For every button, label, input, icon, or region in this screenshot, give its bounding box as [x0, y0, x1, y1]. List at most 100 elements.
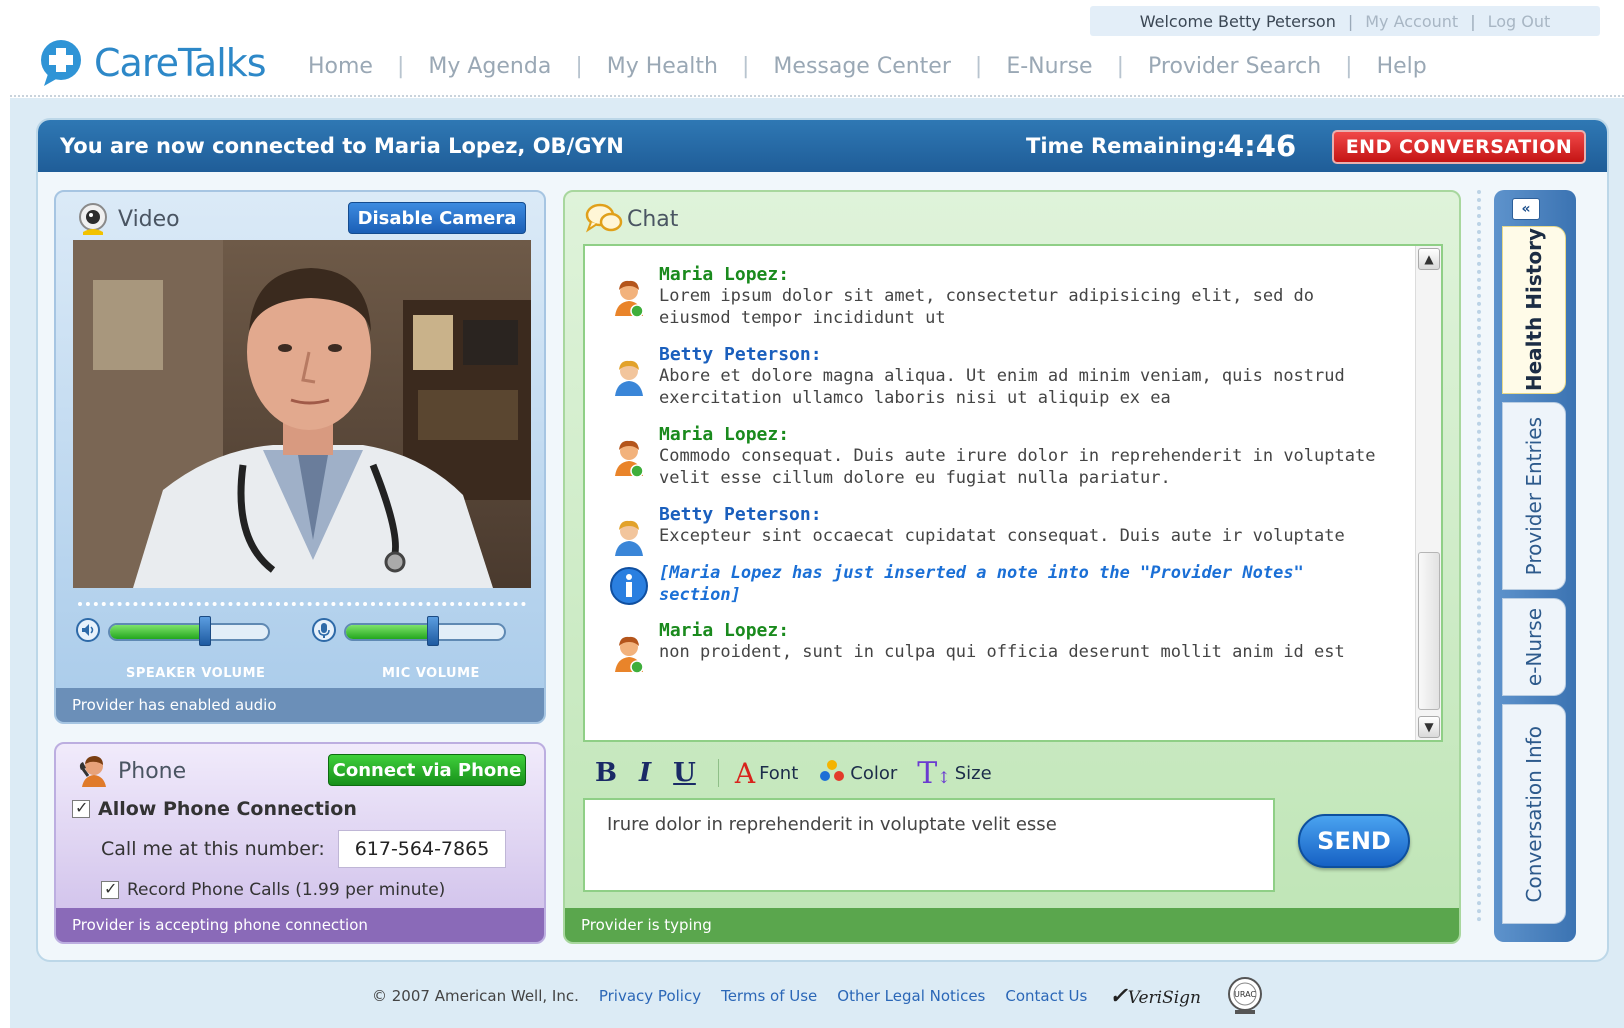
- font-button[interactable]: A Font: [735, 757, 798, 790]
- patient-avatar-icon: [609, 518, 649, 558]
- user-bar: Welcome Betty Peterson | My Account | Lo…: [1090, 6, 1600, 36]
- privacy-policy-link[interactable]: Privacy Policy: [599, 987, 701, 1005]
- video-title-text: Video: [118, 206, 180, 232]
- chat-panel: Chat Maria Lopez: Lorem ipsum dolor sit …: [563, 190, 1461, 944]
- message-text: Excepteur sint occaecat cupidatat conseq…: [659, 526, 1345, 546]
- message-sender: Betty Peterson:: [659, 504, 822, 525]
- logo-wordmark: CareTalks: [94, 41, 267, 85]
- mic-volume-fill: [346, 625, 433, 639]
- allow-phone-checkbox[interactable]: [72, 798, 90, 818]
- tab-label: e-Nurse: [1522, 607, 1546, 687]
- nav-e-nurse[interactable]: E-Nurse: [994, 54, 1104, 79]
- caretalks-logo[interactable]: CareTalks: [36, 38, 267, 88]
- send-button[interactable]: SEND: [1298, 814, 1410, 868]
- scroll-thumb[interactable]: [1418, 552, 1440, 710]
- chat-bubbles-icon: [585, 202, 623, 236]
- provider-avatar-icon: [609, 438, 649, 478]
- separator: |: [1347, 11, 1354, 31]
- main-nav: Home | My Agenda | My Health | Message C…: [296, 54, 1439, 79]
- tab-provider-entries[interactable]: Provider Entries: [1502, 402, 1566, 590]
- nav-my-health[interactable]: My Health: [595, 54, 730, 79]
- message-text: Commodo consequat. Duis aute irure dolor…: [659, 446, 1376, 488]
- video-title: Video: [76, 202, 180, 236]
- tab-label: Provider Entries: [1522, 416, 1546, 576]
- mic-volume-slider[interactable]: [312, 616, 506, 646]
- nav-provider-search[interactable]: Provider Search: [1136, 54, 1333, 79]
- copyright-text: © 2007 American Well, Inc.: [372, 987, 579, 1005]
- tab-conversation-info[interactable]: Conversation Info: [1502, 704, 1566, 924]
- urac-seal-icon: URAC: [1225, 976, 1265, 1016]
- webcam-icon: [76, 202, 110, 236]
- record-calls-label: Record Phone Calls (1.99 per minute): [127, 880, 446, 900]
- underline-button[interactable]: U: [673, 758, 696, 788]
- phone-person-icon: [76, 754, 110, 788]
- font-label: Font: [759, 762, 799, 784]
- nav-home[interactable]: Home: [296, 54, 385, 79]
- message-sender: Betty Peterson:: [659, 344, 822, 365]
- speaker-volume-knob[interactable]: [199, 616, 212, 646]
- color-button[interactable]: Color: [818, 759, 897, 788]
- other-legal-notices-link[interactable]: Other Legal Notices: [837, 987, 985, 1005]
- chat-log[interactable]: Maria Lopez: Lorem ipsum dolor sit amet,…: [583, 244, 1443, 742]
- nav-separator: |: [575, 54, 583, 79]
- logo-bubble-icon: [36, 38, 86, 88]
- message-text: Lorem ipsum dolor sit amet, consectetur …: [659, 286, 1315, 328]
- chat-message: Maria Lopez: Lorem ipsum dolor sit amet,…: [609, 264, 1389, 329]
- chat-message: Maria Lopez: non proident, sunt in culpa…: [609, 620, 1389, 674]
- log-out-link[interactable]: Log Out: [1488, 12, 1551, 31]
- chat-scrollbar[interactable]: ▲ ▼: [1415, 246, 1441, 740]
- system-note: [Maria Lopez has just inserted a note in…: [609, 562, 1389, 606]
- tab-label: Conversation Info: [1522, 725, 1546, 903]
- scroll-down-icon[interactable]: ▼: [1418, 716, 1440, 738]
- chat-title-text: Chat: [627, 206, 679, 232]
- provider-note-notice: [Maria Lopez has just inserted a note in…: [659, 563, 1304, 605]
- text-size-icon: T↕: [917, 755, 951, 791]
- video-status-bar: Provider has enabled audio: [56, 688, 544, 722]
- connect-via-phone-button[interactable]: Connect via Phone: [328, 754, 526, 786]
- tab-e-nurse[interactable]: e-Nurse: [1502, 598, 1566, 696]
- phone-panel: Phone Connect via Phone Allow Phone Conn…: [54, 742, 546, 944]
- nav-separator: |: [396, 54, 405, 79]
- tab-label: Health History: [1522, 228, 1546, 392]
- phone-title: Phone: [76, 754, 186, 788]
- header-divider: [10, 95, 1624, 97]
- footer: © 2007 American Well, Inc. Privacy Polic…: [372, 976, 1265, 1016]
- my-account-link[interactable]: My Account: [1365, 12, 1458, 31]
- welcome-text: Welcome Betty Peterson: [1139, 11, 1336, 31]
- separator: |: [1470, 11, 1476, 31]
- patient-avatar-icon: [609, 358, 649, 398]
- nav-my-agenda[interactable]: My Agenda: [416, 54, 563, 79]
- record-calls-row: Record Phone Calls (1.99 per minute): [101, 879, 446, 900]
- side-tabs: « Health History Provider Entries e-Nurs…: [1494, 190, 1576, 942]
- chat-message: Maria Lopez: Commodo consequat. Duis aut…: [609, 424, 1389, 489]
- nav-help[interactable]: Help: [1365, 54, 1439, 79]
- collapse-tabs-icon[interactable]: «: [1512, 198, 1540, 220]
- nav-separator: |: [742, 54, 750, 79]
- info-icon: [609, 566, 649, 606]
- speaker-volume-label: SPEAKER VOLUME: [126, 666, 266, 681]
- nav-message-center[interactable]: Message Center: [761, 54, 962, 79]
- terms-of-use-link[interactable]: Terms of Use: [721, 987, 817, 1005]
- phone-number-field[interactable]: 617-564-7865: [338, 830, 506, 868]
- message-input[interactable]: Irure dolor in reprehenderit in voluptat…: [583, 798, 1275, 892]
- video-divider: [78, 602, 526, 606]
- allow-phone-row: Allow Phone Connection: [72, 798, 357, 820]
- tab-health-history[interactable]: Health History: [1502, 226, 1566, 394]
- disable-camera-button[interactable]: Disable Camera: [348, 202, 526, 234]
- connected-status: You are now connected to Maria Lopez, OB…: [60, 134, 624, 158]
- italic-button[interactable]: I: [639, 758, 651, 788]
- scroll-up-icon[interactable]: ▲: [1418, 248, 1440, 270]
- call-number-label: Call me at this number:: [101, 838, 325, 860]
- contact-us-link[interactable]: Contact Us: [1005, 987, 1087, 1005]
- message-text: non proident, sunt in culpa qui officia …: [659, 642, 1345, 662]
- end-conversation-button[interactable]: END CONVERSATION: [1332, 130, 1586, 164]
- mic-volume-knob[interactable]: [427, 616, 440, 646]
- speaker-volume-slider[interactable]: [76, 616, 270, 646]
- nav-separator: |: [1116, 54, 1125, 79]
- nav-separator: |: [1345, 54, 1353, 79]
- record-calls-checkbox[interactable]: [101, 879, 119, 899]
- allow-phone-label: Allow Phone Connection: [98, 798, 357, 820]
- size-button[interactable]: T↕ Size: [917, 756, 991, 791]
- bold-button[interactable]: B: [595, 758, 617, 788]
- mic-volume-label: MIC VOLUME: [382, 666, 480, 681]
